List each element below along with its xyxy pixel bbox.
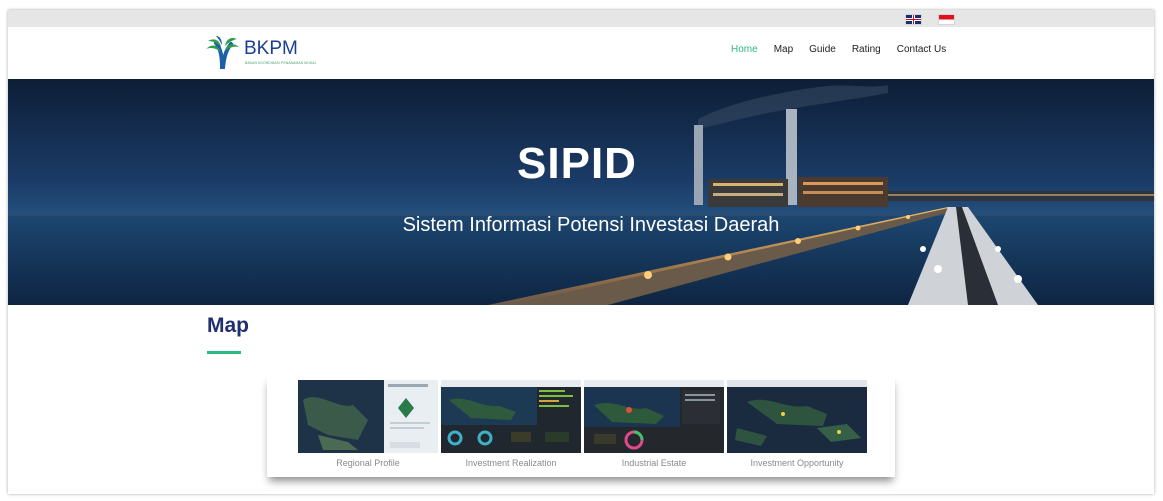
regional-profile-thumbnail [298, 380, 438, 453]
power-plant-pier-image [8, 79, 1154, 305]
card-caption: Regional Profile [336, 458, 400, 468]
industrial-estate-thumbnail [584, 380, 724, 453]
logo-text: BKPM [244, 38, 298, 59]
map-section-title: Map [207, 314, 249, 337]
nav-map[interactable]: Map [774, 44, 793, 55]
bkpm-logo[interactable]: BKPM BADAN KOORDINASI PENANAMAN MODAL [204, 35, 354, 69]
card-caption: Investment Realization [465, 458, 557, 468]
nav-guide[interactable]: Guide [809, 44, 836, 55]
investment-opportunity-thumbnail [727, 380, 867, 453]
hero-title: SIPID [517, 139, 637, 188]
hero-banner: SIPID Sistem Informasi Potensi Investasi… [8, 79, 1154, 305]
hero-subtitle: Sistem Informasi Potensi Investasi Daera… [402, 214, 780, 236]
browser-viewport: BKPM BADAN KOORDINASI PENANAMAN MODAL Ho… [8, 10, 1154, 494]
uk-flag-icon[interactable] [905, 14, 922, 25]
bkpm-leaf-icon [206, 36, 239, 69]
nav-home[interactable]: Home [731, 44, 758, 55]
language-bar [8, 10, 1154, 27]
logo-subtext: BADAN KOORDINASI PENANAMAN MODAL [245, 61, 317, 65]
card-investment-opportunity[interactable]: Investment Opportunity [727, 380, 869, 474]
investment-realization-thumbnail [441, 380, 581, 453]
card-caption: Industrial Estate [621, 458, 687, 468]
card-caption: Investment Opportunity [750, 458, 844, 468]
nav-contact-us[interactable]: Contact Us [897, 44, 946, 55]
map-gallery: Regional Profile Investment Realization … [267, 376, 895, 477]
site-header: BKPM BADAN KOORDINASI PENANAMAN MODAL Ho… [8, 27, 1154, 79]
nav-rating[interactable]: Rating [852, 44, 881, 55]
card-regional-profile[interactable]: Regional Profile [298, 380, 440, 474]
main-nav: Home Map Guide Rating Contact Us [731, 44, 962, 55]
card-industrial-estate[interactable]: Industrial Estate [584, 380, 726, 474]
title-underline [207, 351, 241, 354]
indonesia-flag-icon[interactable] [938, 14, 955, 25]
card-investment-realization[interactable]: Investment Realization [441, 380, 583, 474]
